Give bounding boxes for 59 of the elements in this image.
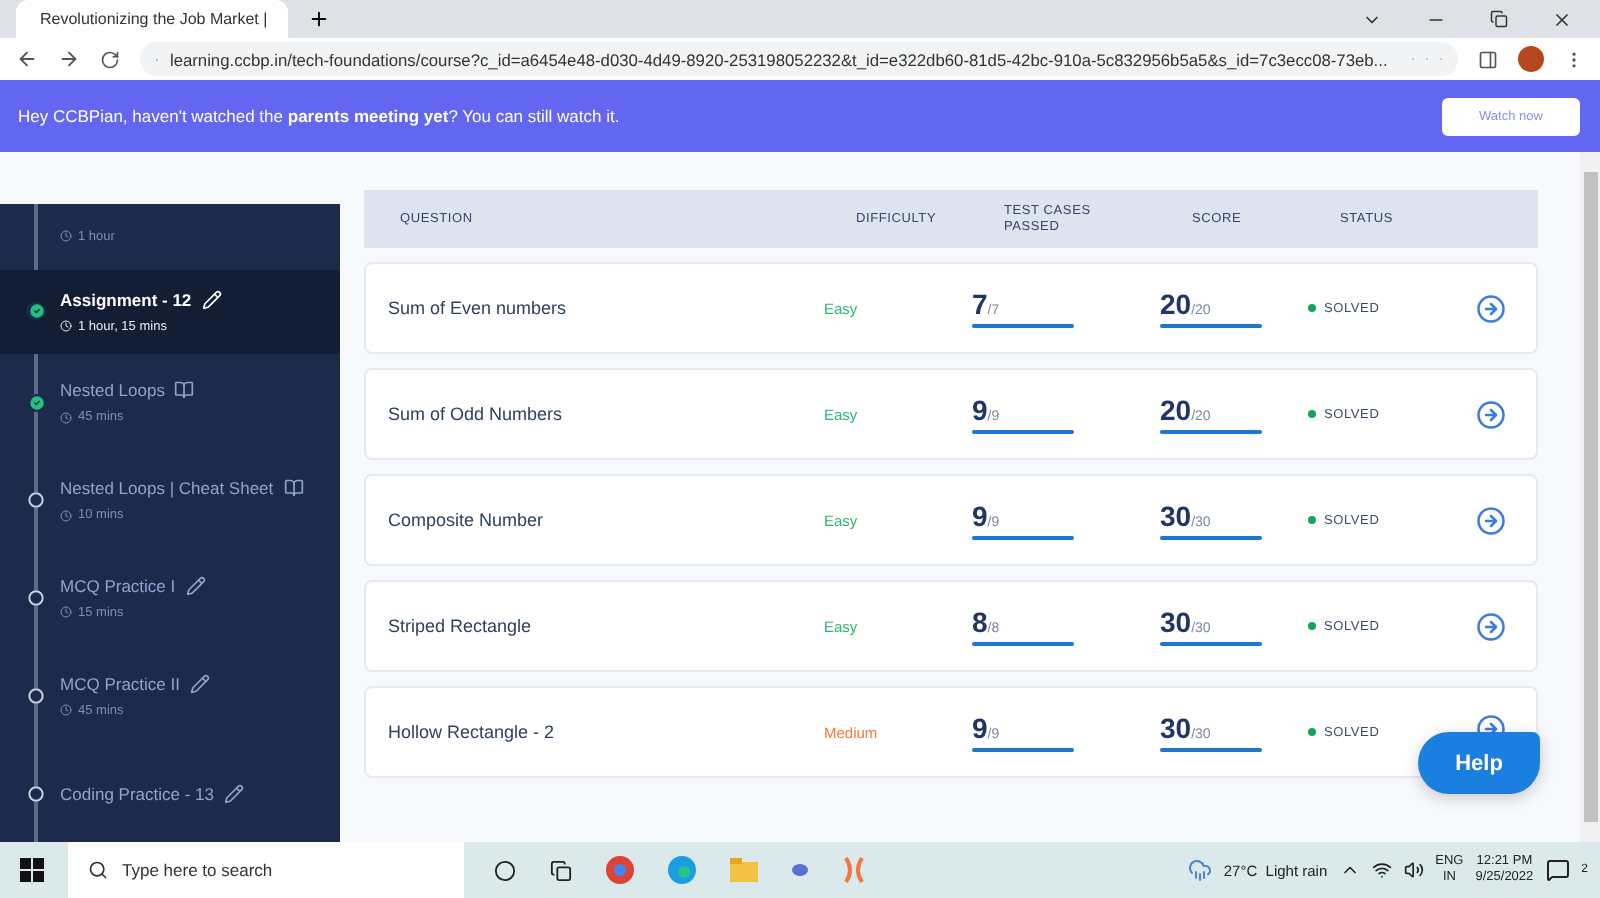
weather-icon[interactable] xyxy=(1187,858,1212,882)
windows-icon[interactable] xyxy=(20,858,44,882)
book-icon xyxy=(283,478,304,499)
passed-count: 8 xyxy=(972,605,988,638)
pencil-icon xyxy=(189,673,210,694)
item-title: Coding Practice - 13 xyxy=(60,783,215,804)
arrow-icon[interactable] xyxy=(1476,714,1506,734)
back-icon[interactable] xyxy=(16,48,38,70)
score-value: 20 xyxy=(1160,393,1192,426)
clock-icon xyxy=(60,320,72,333)
restore-icon[interactable] xyxy=(1490,10,1508,28)
item-title: Nested Loops xyxy=(60,380,165,401)
passed-count: 9 xyxy=(972,711,988,744)
item-title: MCQ Practice I xyxy=(60,575,176,596)
browser-tab[interactable]: Revolutionizing the Job Market | xyxy=(16,0,288,38)
item-title: Assignment - 12 xyxy=(60,289,192,310)
clock-icon xyxy=(60,509,72,522)
help-button[interactable]: Help xyxy=(1418,732,1540,794)
scrollbar[interactable] xyxy=(1580,152,1600,842)
task-view-icon[interactable] xyxy=(550,859,572,881)
item-title: Nested Loops | Cheat Sheet xyxy=(60,478,274,499)
clock-icon xyxy=(60,230,72,243)
panel-icon[interactable] xyxy=(1478,49,1498,69)
close-icon[interactable] xyxy=(1552,9,1572,29)
question-title: Striped Rectangle xyxy=(388,616,534,636)
cortana-icon[interactable] xyxy=(494,859,516,881)
banner-text: Hey CCBPian, haven't watched the parents meeting yet? You can still watch it. xyxy=(18,106,620,126)
clock-icon xyxy=(60,411,72,424)
clock-icon xyxy=(60,606,72,619)
sidebar-item[interactable]: Coding Practice - 13 xyxy=(0,744,340,842)
passed-count: 9 xyxy=(972,393,988,426)
score-value: 30 xyxy=(1160,711,1192,744)
score-value: 30 xyxy=(1160,605,1192,638)
question-title: Sum of Even numbers xyxy=(388,298,569,318)
pencil-icon xyxy=(224,783,245,804)
score-value: 20 xyxy=(1160,287,1192,320)
pencil-icon xyxy=(185,575,206,596)
volume-icon[interactable] xyxy=(1403,860,1424,880)
question-title: Sum of Odd Numbers xyxy=(388,404,565,424)
notification-icon[interactable] xyxy=(1545,858,1570,882)
browser-icon[interactable] xyxy=(606,856,634,884)
pencil-icon xyxy=(201,289,222,310)
clock-icon xyxy=(60,704,72,717)
passed-count: 9 xyxy=(972,499,988,532)
new-tab-icon[interactable] xyxy=(308,8,330,30)
search-field[interactable]: Type here to search xyxy=(68,842,464,898)
question-title: Composite Number xyxy=(388,510,546,530)
avatar[interactable] xyxy=(1518,46,1544,72)
book-icon xyxy=(174,380,195,401)
score-value: 30 xyxy=(1160,499,1192,532)
item-title: MCQ Practice II xyxy=(60,673,180,694)
address-bar[interactable]: learning.ccbp.in/tech-foundations/course?c_id=a6454e48-d030-4d49-8920-253198052232&t_id=e322db60-81d5-42bc-910a-5c832956b5a5&s_id=7c3ecc08-73eb... xyxy=(140,42,1458,76)
question-title: Hollow Rectangle - 2 xyxy=(388,722,557,742)
passed-count: 7 xyxy=(972,287,988,320)
wifi-icon[interactable] xyxy=(1371,860,1392,880)
app-icon[interactable] xyxy=(792,864,808,876)
search-icon xyxy=(88,860,108,880)
reload-icon[interactable] xyxy=(100,49,120,69)
forward-icon[interactable] xyxy=(58,48,80,70)
